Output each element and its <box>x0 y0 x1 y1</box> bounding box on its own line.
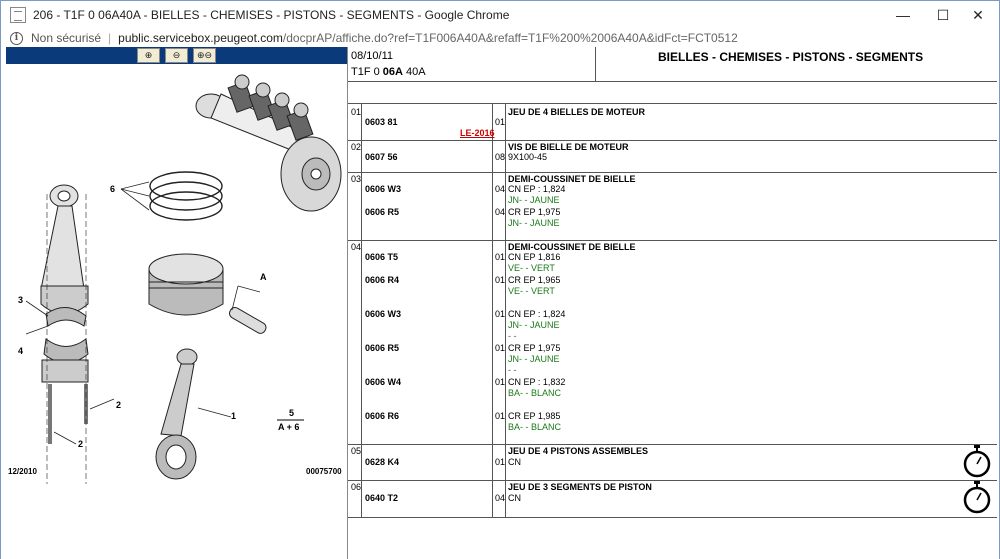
part-detail: CN <box>508 493 521 503</box>
part-detail: VE- - VERT <box>508 286 555 296</box>
row-number: 02 <box>351 142 362 152</box>
part-ref[interactable]: 0628 K4 <box>365 457 399 468</box>
address-bar[interactable]: i Non sécurisé | public.servicebox.peuge… <box>1 29 999 47</box>
page-title: BIELLES - CHEMISES - PISTONS - SEGMENTS <box>658 50 924 64</box>
row-number: 06 <box>351 482 362 492</box>
part-detail: CN EP : 1,832 <box>508 377 566 387</box>
part-ref[interactable]: 0603 81 <box>365 117 398 128</box>
connecting-rod-illustration <box>155 348 232 480</box>
part-ref[interactable]: 0606 R5 <box>365 343 399 354</box>
part-qty: 01 <box>495 275 506 285</box>
part-note[interactable]: LE-2016 <box>460 128 495 139</box>
callout-A: A <box>260 272 267 282</box>
part-description: JEU DE 3 SEGMENTS DE PISTON <box>508 482 652 492</box>
zoom-toolbar: ⊕ ⊖ ⊕⊖ <box>6 47 347 64</box>
minimize-button[interactable]: — <box>886 1 920 29</box>
part-ref[interactable]: 0606 W4 <box>365 377 401 388</box>
row-number: 04 <box>351 242 362 252</box>
part-detail: - - <box>508 331 517 341</box>
title-bar: 206 - T1F 0 06A40A - BIELLES - CHEMISES … <box>1 1 999 29</box>
callout-5: 5 <box>289 408 294 418</box>
part-ref[interactable]: 0606 W3 <box>365 309 401 320</box>
zoom-in-button[interactable]: ⊕ <box>137 48 160 63</box>
part-detail: JN- - JAUNE <box>508 195 560 205</box>
part-qty: 01 <box>495 411 506 421</box>
part-detail: JN- - JAUNE <box>508 218 560 228</box>
part-qty: 04 <box>495 207 506 217</box>
part-detail: BA- - BLANC <box>508 388 562 398</box>
address-separator: | <box>108 31 112 45</box>
stopwatch-icon[interactable] <box>961 480 993 514</box>
part-detail: VE- - VERT <box>508 263 555 273</box>
header-code: T1F 0 06A 40A <box>351 66 426 78</box>
part-detail: JN- - JAUNE <box>508 354 560 364</box>
part-description: JEU DE 4 BIELLES DE MOTEUR <box>508 107 646 117</box>
stopwatch-icon[interactable] <box>961 444 993 478</box>
row-number: 01 <box>351 107 362 117</box>
part-qty: 01 <box>495 117 506 127</box>
part-detail: - - <box>508 365 517 375</box>
part-qty: 08 <box>495 152 506 162</box>
part-ref[interactable]: 0606 R5 <box>365 207 399 218</box>
part-description: JEU DE 4 PISTONS ASSEMBLES <box>508 446 649 456</box>
url-path[interactable]: /docprAP/affiche.do?ref=T1F006A40A&refaf… <box>283 31 738 45</box>
part-detail: CN <box>508 457 521 467</box>
part-qty: 04 <box>495 184 506 194</box>
piston-rings-illustration <box>120 171 223 221</box>
close-button[interactable]: ✕ <box>961 1 995 29</box>
diagram-ref: 00075700 <box>306 467 342 476</box>
part-detail: 9X100-45 <box>508 152 548 162</box>
zoom-out-button[interactable]: ⊖ <box>165 48 188 63</box>
url-host[interactable]: public.servicebox.peugeot.com <box>118 31 283 45</box>
part-detail: CR EP 1,975 <box>508 207 561 217</box>
part-ref[interactable]: 0607 56 <box>365 152 398 163</box>
part-detail: CN EP : 1,824 <box>508 184 566 194</box>
part-qty: 01 <box>495 457 506 467</box>
callout-2a: 2 <box>116 400 121 410</box>
callout-4: 4 <box>18 346 23 356</box>
part-detail: CR EP 1,975 <box>508 343 561 353</box>
callout-1: 1 <box>231 411 236 421</box>
info-icon[interactable]: i <box>10 31 23 45</box>
diagram-date: 12/2010 <box>8 467 37 476</box>
page-content: ⊕ ⊖ ⊕⊖ 6 A 3 4 1 2 2 5 A + 6 12/2010 000… <box>1 47 999 559</box>
part-ref[interactable]: 0606 W3 <box>365 184 401 195</box>
part-qty: 01 <box>495 252 506 262</box>
part-qty: 01 <box>495 377 506 387</box>
part-detail: BA- - BLANC <box>508 422 562 432</box>
parts-list-pane: 08/10/11 T1F 0 06A 40A BIELLES - CHEMISE… <box>348 47 997 559</box>
browser-window: 206 - T1F 0 06A40A - BIELLES - CHEMISES … <box>0 0 1000 559</box>
part-qty: 04 <box>495 493 506 503</box>
part-detail: CN EP 1,816 <box>508 252 561 262</box>
piston-illustration <box>148 253 267 334</box>
part-ref[interactable]: 0606 T5 <box>365 252 398 263</box>
maximize-button[interactable]: ☐ <box>926 1 960 29</box>
exploded-parts-diagram: 6 A 3 4 1 2 2 5 A + 6 12/2010 00075700 <box>8 74 342 484</box>
callout-A6: A + 6 <box>278 422 299 432</box>
header-date: 08/10/11 <box>351 50 394 62</box>
part-ref[interactable]: 0606 R4 <box>365 275 399 286</box>
callout-2b: 2 <box>78 439 83 449</box>
part-ref[interactable]: 0640 T2 <box>365 493 398 504</box>
crankshaft-illustration <box>195 74 342 212</box>
part-detail: JN- - JAUNE <box>508 320 560 330</box>
row-number: 05 <box>351 446 362 456</box>
page-favicon-icon <box>10 7 26 23</box>
callout-6: 6 <box>110 184 115 194</box>
row-number: 03 <box>351 174 362 184</box>
zoom-reset-button[interactable]: ⊕⊖ <box>193 48 216 63</box>
window-title: 206 - T1F 0 06A40A - BIELLES - CHEMISES … <box>33 8 510 22</box>
part-qty: 01 <box>495 309 506 319</box>
diagram-pane: ⊕ ⊖ ⊕⊖ 6 A 3 4 1 2 2 5 A + 6 12/2010 000… <box>6 47 347 547</box>
part-ref[interactable]: 0606 R6 <box>365 411 399 422</box>
part-detail: CR EP 1,985 <box>508 411 561 421</box>
part-detail: CN EP : 1,824 <box>508 309 566 319</box>
part-detail: CR EP 1,965 <box>508 275 561 285</box>
callout-3: 3 <box>18 295 23 305</box>
exploded-rod-illustration <box>25 184 115 484</box>
part-qty: 01 <box>495 343 506 353</box>
security-status[interactable]: Non sécurisé <box>31 31 101 45</box>
